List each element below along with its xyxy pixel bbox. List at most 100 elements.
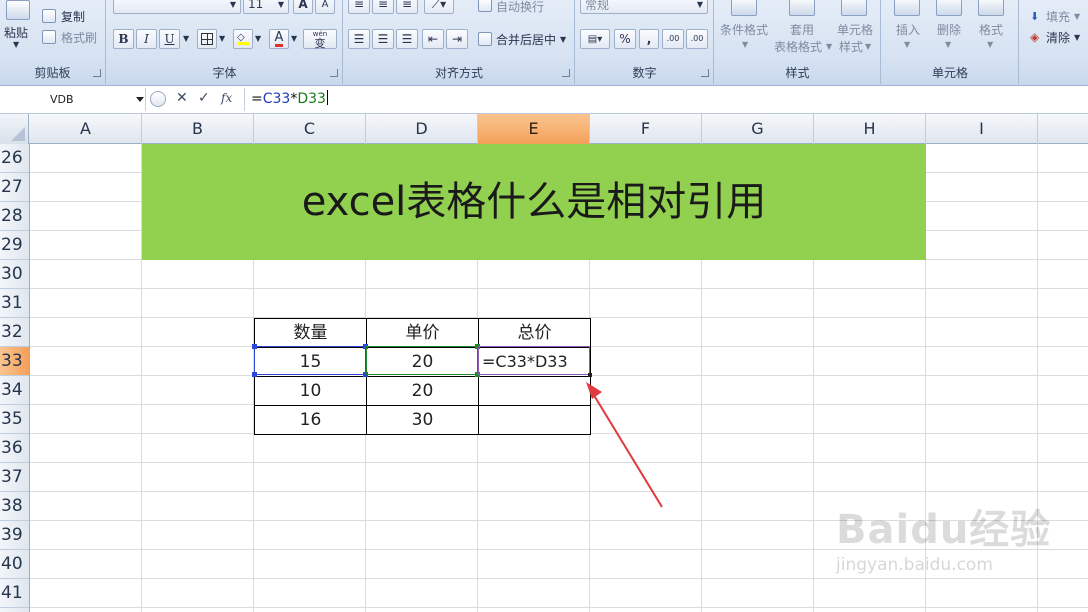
decrease-indent-button[interactable]: ⇤ xyxy=(422,29,444,49)
column-header-d[interactable]: D xyxy=(366,114,478,144)
format-table-label-1[interactable]: 套用 xyxy=(790,21,814,38)
align-right-button[interactable]: ☰ xyxy=(396,29,418,49)
format-cells-button[interactable]: 格式 xyxy=(979,21,1003,38)
merge-center-dropdown-icon[interactable]: ▼ xyxy=(560,35,566,44)
worksheet-grid[interactable]: excel表格什么是相对引用 数量 单价 总价 15 20 =C33*D33 10 20 16 3… xyxy=(30,144,1088,612)
column-header-b[interactable]: B xyxy=(142,114,254,144)
fill-color-button[interactable]: ◇ xyxy=(233,29,253,49)
column-header-g[interactable]: G xyxy=(702,114,814,144)
delete-cells-dropdown-icon[interactable]: ▼ xyxy=(945,40,951,49)
row-header-39[interactable]: 39 xyxy=(0,521,29,550)
font-name-dropdown[interactable]: ▼ xyxy=(113,0,241,14)
column-header-c[interactable]: C xyxy=(254,114,366,144)
cell-styles-label-1[interactable]: 单元格 xyxy=(837,21,873,38)
italic-button[interactable]: I xyxy=(136,29,157,49)
format-painter-icon xyxy=(42,30,56,44)
merge-center-button[interactable]: 合并后居中 xyxy=(496,31,556,48)
comma-button[interactable]: , xyxy=(639,29,659,49)
column-header-f[interactable]: F xyxy=(590,114,702,144)
bold-button[interactable]: B xyxy=(113,29,134,49)
number-launcher-icon[interactable] xyxy=(701,69,709,77)
column-header-a[interactable]: A xyxy=(30,114,142,144)
name-box[interactable]: VDB xyxy=(0,88,146,111)
column-header-h[interactable]: H xyxy=(814,114,926,144)
formula-ref-d33: D33 xyxy=(297,91,326,107)
decrease-decimal-button[interactable]: .00 xyxy=(686,29,708,49)
increase-decimal-label: .00 xyxy=(666,34,680,43)
font-color-button[interactable]: A xyxy=(269,29,289,49)
row-header-29[interactable]: 29 xyxy=(0,231,29,260)
format-table-dropdown-icon[interactable]: ▼ xyxy=(826,42,832,51)
row-header-35[interactable]: 35 xyxy=(0,405,29,434)
align-middle-button[interactable]: ≡ xyxy=(372,0,394,14)
conditional-format-button[interactable]: 条件格式 xyxy=(720,21,768,38)
row-header-41[interactable]: 41 xyxy=(0,579,29,608)
percent-button[interactable]: % xyxy=(614,29,636,49)
align-top-button[interactable]: ≡ xyxy=(348,0,370,14)
paste-button[interactable]: 粘贴 xyxy=(4,24,28,41)
column-header-e[interactable]: E xyxy=(478,114,590,144)
row-header-27[interactable]: 27 xyxy=(0,173,29,202)
copy-button[interactable]: 复制 xyxy=(61,8,85,25)
column-header-i[interactable]: I xyxy=(926,114,1038,144)
clear-button[interactable]: 清除 xyxy=(1046,29,1070,46)
conditional-format-dropdown-icon[interactable]: ▼ xyxy=(742,40,748,49)
borders-dropdown-icon[interactable]: ▼ xyxy=(219,34,225,43)
row-header-28[interactable]: 28 xyxy=(0,202,29,231)
format-painter-button[interactable]: 格式刷 xyxy=(61,29,97,46)
format-table-label-2[interactable]: 表格格式 xyxy=(774,38,822,55)
grow-font-button[interactable]: A xyxy=(293,0,313,14)
fill-button[interactable]: 填充 xyxy=(1046,8,1070,25)
insert-cells-dropdown-icon[interactable]: ▼ xyxy=(904,40,910,49)
insert-cells-button[interactable]: 插入 xyxy=(896,21,920,38)
orientation-button[interactable]: ⟋▾ xyxy=(424,0,454,14)
phonetic-button[interactable]: wén 变 xyxy=(303,29,337,49)
alignment-launcher-icon[interactable] xyxy=(562,69,570,77)
enter-formula-button[interactable]: ✓ xyxy=(198,90,210,106)
row-header-30[interactable]: 30 xyxy=(0,260,29,289)
row-header-33[interactable]: 33 xyxy=(0,347,29,376)
alignment-group: ≡ ≡ ≡ ⟋▾ 自动换行 ☰ ☰ ☰ ⇤ ⇥ 合并后居中 ▼ 对齐方式 xyxy=(344,0,575,84)
underline-dropdown-icon[interactable]: ▼ xyxy=(183,34,189,43)
select-all-button[interactable] xyxy=(0,114,29,144)
formula-bar-resize-icon[interactable] xyxy=(150,91,166,107)
underline-button[interactable]: U xyxy=(159,29,180,49)
wrap-text-button[interactable]: 自动换行 xyxy=(496,0,544,15)
row-header-26[interactable]: 26 xyxy=(0,144,29,173)
font-color-dropdown-icon[interactable]: ▼ xyxy=(291,34,297,43)
accounting-format-button[interactable]: ▤▾ xyxy=(580,29,610,49)
fill-dropdown-icon[interactable]: ▼ xyxy=(1074,12,1080,21)
cell-styles-label-2[interactable]: 样式 xyxy=(839,38,863,55)
borders-button[interactable] xyxy=(197,29,217,49)
formula-input[interactable]: =C33*D33 xyxy=(244,88,1088,111)
font-launcher-icon[interactable] xyxy=(330,69,338,77)
row-header-36[interactable]: 36 xyxy=(0,434,29,463)
align-center-button[interactable]: ☰ xyxy=(372,29,394,49)
row-header-40[interactable]: 40 xyxy=(0,550,29,579)
number-format-dropdown[interactable]: 常规 ▼ xyxy=(580,0,708,14)
row-header-38[interactable]: 38 xyxy=(0,492,29,521)
insert-function-button[interactable]: fx xyxy=(221,91,232,105)
row-header-32[interactable]: 32 xyxy=(0,318,29,347)
formula-ref-c33: C33 xyxy=(262,91,291,107)
cancel-formula-button[interactable]: ✕ xyxy=(176,90,188,106)
row-header-34[interactable]: 34 xyxy=(0,376,29,405)
column-headers: ABCDEFGHI xyxy=(0,114,1088,144)
paste-icon[interactable] xyxy=(6,0,30,20)
name-box-dropdown-icon[interactable] xyxy=(136,97,144,102)
fill-color-dropdown-icon[interactable]: ▼ xyxy=(255,34,261,43)
format-cells-dropdown-icon[interactable]: ▼ xyxy=(987,40,993,49)
clear-dropdown-icon[interactable]: ▼ xyxy=(1074,33,1080,42)
increase-decimal-button[interactable]: .00 xyxy=(662,29,684,49)
shrink-font-button[interactable]: A xyxy=(315,0,335,14)
increase-indent-button[interactable]: ⇥ xyxy=(446,29,468,49)
align-left-button[interactable]: ☰ xyxy=(348,29,370,49)
delete-cells-button[interactable]: 删除 xyxy=(937,21,961,38)
align-bottom-button[interactable]: ≡ xyxy=(396,0,418,14)
paste-dropdown-icon[interactable]: ▼ xyxy=(13,40,19,49)
font-size-dropdown[interactable]: 11 ▼ xyxy=(243,0,289,14)
row-header-37[interactable]: 37 xyxy=(0,463,29,492)
clipboard-launcher-icon[interactable] xyxy=(93,69,101,77)
cell-styles-dropdown-icon[interactable]: ▼ xyxy=(865,42,871,51)
row-header-31[interactable]: 31 xyxy=(0,289,29,318)
